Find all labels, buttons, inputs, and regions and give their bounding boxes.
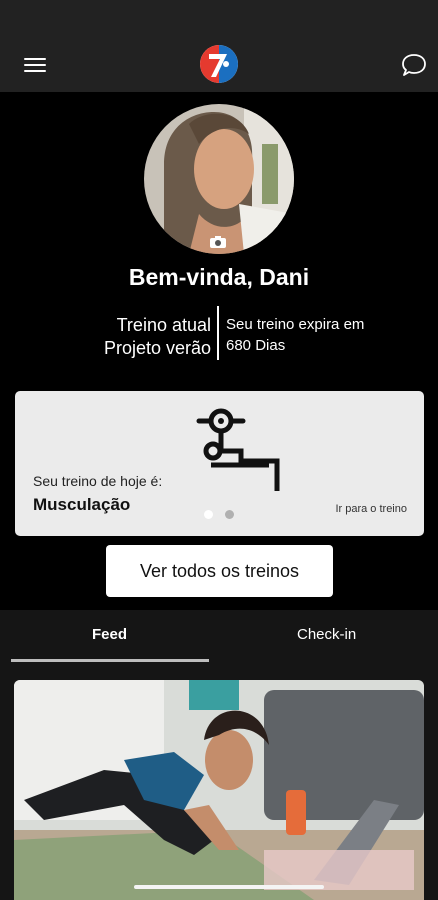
divider [217,306,219,360]
today-workout-card[interactable]: Seu treino de hoje é: Musculação Ir para… [15,391,424,536]
tab-check-in[interactable]: Check-in [297,626,356,643]
carousel-dot[interactable] [225,510,234,519]
today-label: Seu treino de hoje é: [33,473,163,489]
expiry-text: Seu treino expira em [226,316,365,333]
camera-icon[interactable] [209,235,227,249]
tab-indicator [11,659,209,662]
profile-section: Bem-vinda, Dani Treino atual Projeto ver… [0,92,438,610]
plan-name: Projeto verão [103,338,211,358]
tab-feed[interactable]: Feed [92,626,127,643]
feed-post-image[interactable] [14,680,424,900]
weightlifting-bench-icon [196,408,280,491]
status-bar [0,0,438,38]
see-all-workouts-button[interactable]: Ver todos os treinos [106,545,333,597]
today-workout-name: Musculação [33,495,131,514]
current-plan: Treino atual Projeto verão [104,314,211,360]
chat-bubble-icon[interactable] [400,51,428,79]
app-bar [0,38,438,92]
hamburger-menu-icon[interactable] [22,54,48,76]
plan-expiry: Seu treino expira em 680 Dias [226,314,364,356]
plan-label: Treino atual [116,315,211,335]
go-to-workout-link[interactable]: Ir para o treino [335,503,407,515]
expiry-days: 680 Dias [226,337,286,354]
avatar[interactable] [144,104,294,254]
carousel-dot-active[interactable] [204,510,213,519]
greeting-title: Bem-vinda, Dani [128,264,310,290]
brand-logo-icon [200,45,238,83]
